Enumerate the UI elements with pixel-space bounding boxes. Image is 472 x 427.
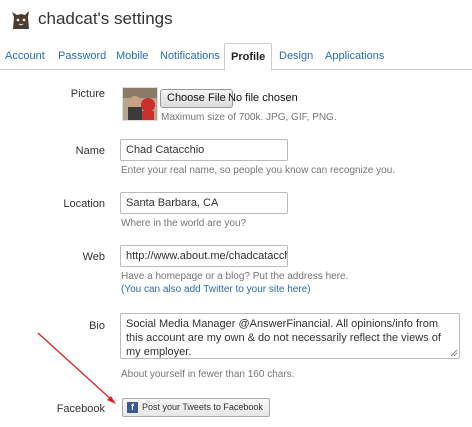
page-title: chadcat's settings — [38, 9, 173, 28]
web-label: Web — [82, 251, 105, 263]
tab-design[interactable]: Design — [279, 43, 313, 70]
tab-notifications[interactable]: Notifications — [160, 43, 220, 70]
profile-picture — [122, 87, 158, 121]
bio-label: Bio — [89, 320, 105, 332]
file-status: No file chosen — [228, 92, 298, 104]
facebook-label: Facebook — [56, 403, 105, 415]
tab-mobile[interactable]: Mobile — [116, 43, 148, 70]
resize-grip-icon[interactable] — [450, 349, 458, 357]
bio-hint: About yourself in fewer than 160 chars. — [121, 369, 295, 380]
tab-applications[interactable]: Applications — [325, 43, 384, 70]
web-input[interactable]: http://www.about.me/chadcatacchio — [120, 245, 288, 267]
bio-text: Social Media Manager @AnswerFinancial. A… — [126, 318, 441, 358]
picture-hint: Maximum size of 700k. JPG, GIF, PNG. — [161, 112, 337, 123]
settings-tabs: Account Password Mobile Notifications Pr… — [0, 43, 472, 71]
name-hint: Enter your real name, so people you know… — [121, 165, 396, 176]
name-label: Name — [75, 145, 105, 157]
location-hint: Where in the world are you? — [121, 218, 247, 229]
twitter-site-link[interactable]: (You can also add Twitter to your site h… — [121, 284, 311, 295]
facebook-button-label: Post your Tweets to Facebook — [142, 402, 263, 412]
location-input[interactable]: Santa Barbara, CA — [120, 192, 288, 214]
location-label: Location — [63, 198, 105, 210]
web-hint: Have a homepage or a blog? Put the addre… — [121, 271, 349, 282]
bio-textarea[interactable]: Social Media Manager @AnswerFinancial. A… — [120, 313, 460, 359]
name-input[interactable]: Chad Catacchio — [120, 139, 288, 161]
tab-password[interactable]: Password — [58, 43, 106, 70]
cat-avatar-icon — [10, 9, 32, 31]
picture-label: Picture — [70, 88, 105, 100]
tab-account[interactable]: Account — [5, 43, 45, 70]
settings-header: chadcat's settings — [0, 0, 472, 40]
facebook-icon: f — [127, 402, 138, 413]
choose-file-button[interactable]: Choose File — [160, 89, 233, 108]
post-tweets-to-facebook-button[interactable]: f Post your Tweets to Facebook — [122, 398, 270, 417]
tab-profile[interactable]: Profile — [224, 43, 273, 71]
